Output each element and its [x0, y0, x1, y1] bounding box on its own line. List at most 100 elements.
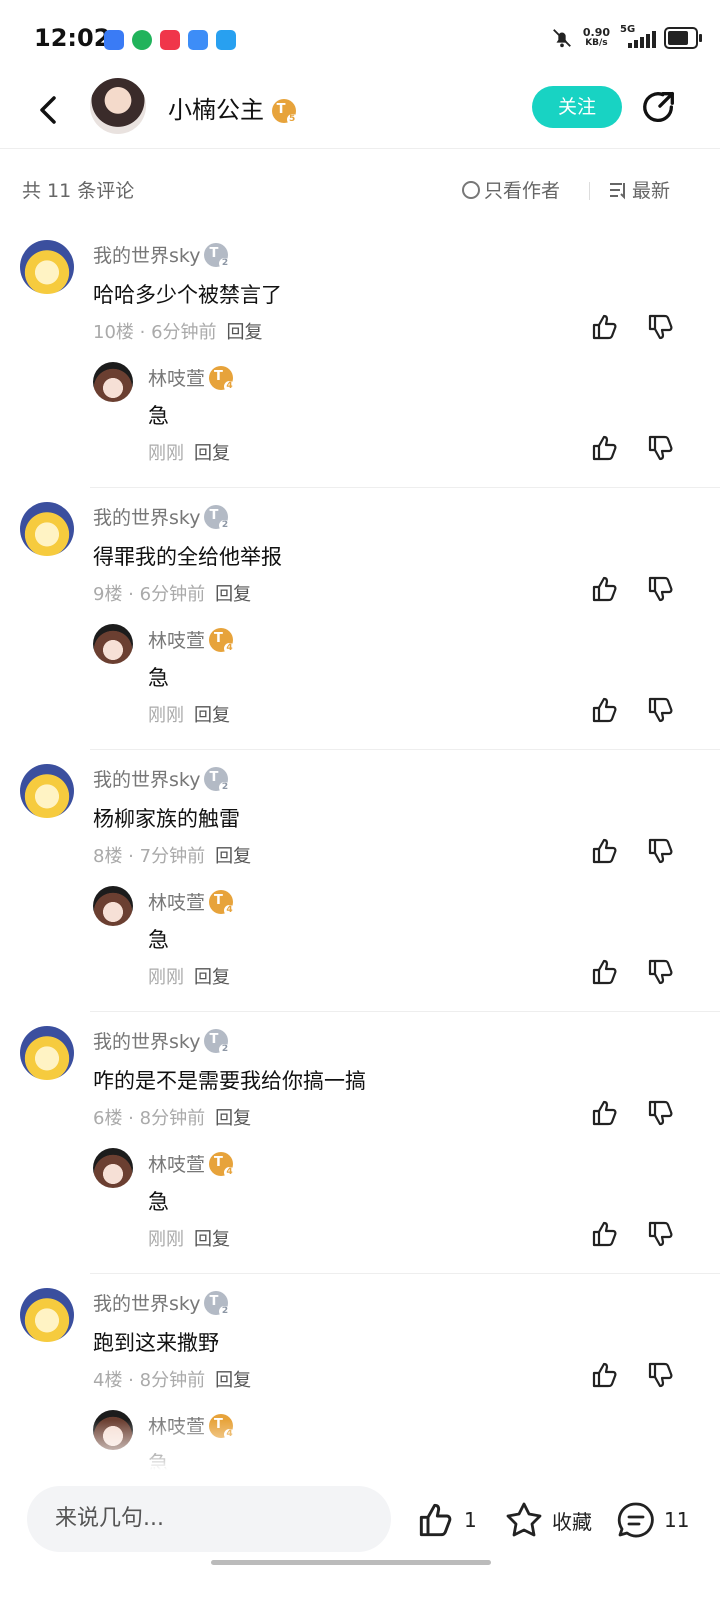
- reply-button[interactable]: 回复: [194, 705, 230, 726]
- thumbs-up-icon[interactable]: [590, 1098, 620, 1128]
- back-icon[interactable]: [30, 90, 70, 130]
- reply-button[interactable]: 回复: [194, 443, 230, 464]
- thumbs-down-icon[interactable]: [646, 312, 676, 342]
- thumbs-down-icon[interactable]: [646, 836, 676, 866]
- only-author-toggle[interactable]: 只看作者: [462, 176, 560, 203]
- thumbs-up-icon: [419, 1503, 452, 1537]
- comment-input[interactable]: 来说几句...: [27, 1486, 391, 1552]
- replier-name[interactable]: 林吱萱 T4: [148, 626, 236, 654]
- status-time: 12:02: [34, 24, 111, 52]
- commenter-name[interactable]: 我的世界sky T2: [93, 1027, 231, 1055]
- thumbs-down-icon[interactable]: [646, 1219, 676, 1249]
- thumbs-up-icon[interactable]: [590, 957, 620, 987]
- comment-text: 哈哈多少个被禁言了: [93, 283, 282, 307]
- comment-button[interactable]: 11: [616, 1500, 689, 1540]
- battery-fill: [668, 31, 688, 45]
- like-button[interactable]: 1: [416, 1500, 477, 1540]
- home-indicator: [211, 1560, 491, 1565]
- comment-item: 我的世界sky T2 杨柳家族的触雷 8楼 · 7分钟前 回复 林吱萱 T4 急 …: [0, 750, 720, 1012]
- battery-icon: [664, 27, 702, 49]
- reply-time: 刚刚: [148, 705, 184, 726]
- app-notification-icon: [132, 30, 152, 50]
- level-badge-icon: T4: [209, 627, 236, 654]
- comments-header: 共 11 条评论 只看作者 最新: [0, 150, 720, 226]
- reply-button[interactable]: 回复: [215, 1108, 251, 1129]
- commenter-avatar[interactable]: [20, 1026, 74, 1080]
- reply-time: 刚刚: [148, 967, 184, 988]
- share-icon[interactable]: [640, 88, 678, 126]
- comment-meta: 6楼 · 8分钟前 回复: [93, 1104, 251, 1130]
- level-badge-icon: T4: [209, 365, 236, 392]
- sort-toggle[interactable]: 最新: [608, 176, 670, 203]
- comment-meta: 10楼 · 6分钟前 回复: [93, 318, 263, 344]
- comment-icon: [617, 1502, 654, 1538]
- reply-meta: 刚刚 回复: [148, 439, 230, 465]
- commenter-avatar[interactable]: [20, 240, 74, 294]
- reply-button[interactable]: 回复: [194, 967, 230, 988]
- sort-icon: [610, 182, 625, 199]
- thumbs-up-icon[interactable]: [590, 1219, 620, 1249]
- comment-floor-time: 8楼 · 7分钟前: [93, 846, 206, 867]
- thumbs-down-icon[interactable]: [646, 695, 676, 725]
- reply-button[interactable]: 回复: [215, 1370, 251, 1391]
- thumbs-down-icon[interactable]: [646, 1098, 676, 1128]
- replier-name[interactable]: 林吱萱 T4: [148, 1150, 236, 1178]
- replier-name[interactable]: 林吱萱 T4: [148, 364, 236, 392]
- replier-avatar[interactable]: [93, 624, 133, 664]
- radio-icon: [462, 180, 480, 199]
- thumbs-down-icon[interactable]: [646, 957, 676, 987]
- thumbs-up-icon[interactable]: [590, 433, 620, 463]
- app-notification-icon: [104, 30, 124, 50]
- thumbs-up-icon[interactable]: [590, 312, 620, 342]
- replier-name[interactable]: 林吱萱 T4: [148, 888, 236, 916]
- reply-vote: [590, 695, 676, 725]
- thumbs-up-icon[interactable]: [590, 695, 620, 725]
- reply-button[interactable]: 回复: [227, 322, 263, 343]
- bell-off-icon: [552, 29, 571, 48]
- net-speed-value: 0.90: [582, 26, 610, 39]
- replier-avatar[interactable]: [93, 886, 133, 926]
- thumbs-down-icon[interactable]: [646, 433, 676, 463]
- follow-button[interactable]: 关注: [532, 86, 622, 128]
- comment-text: 杨柳家族的触雷: [93, 807, 240, 831]
- thumbs-up-icon[interactable]: [590, 574, 620, 604]
- favorite-button[interactable]: 收藏: [504, 1500, 592, 1540]
- reply-vote: [590, 433, 676, 463]
- comment-floor-time: 4楼 · 8分钟前: [93, 1370, 206, 1391]
- replier-avatar[interactable]: [93, 362, 133, 402]
- app-notification-icon: [188, 30, 208, 50]
- commenter-name[interactable]: 我的世界sky T2: [93, 1289, 231, 1317]
- commenter-avatar[interactable]: [20, 764, 74, 818]
- like-count: 1: [464, 1508, 477, 1532]
- replier-avatar[interactable]: [93, 1148, 133, 1188]
- commenter-avatar[interactable]: [20, 502, 74, 556]
- thumbs-up-icon[interactable]: [590, 1360, 620, 1390]
- comment-vote: [590, 574, 676, 604]
- app-notification-icon: [216, 30, 236, 50]
- status-app-icons: [104, 30, 236, 50]
- reply-button[interactable]: 回复: [194, 1229, 230, 1250]
- commenter-name[interactable]: 我的世界sky T2: [93, 241, 231, 269]
- reply-button[interactable]: 回复: [215, 584, 251, 605]
- thumbs-down-icon[interactable]: [646, 574, 676, 604]
- thumbs-down-icon[interactable]: [646, 1360, 676, 1390]
- comment-floor-time: 6楼 · 8分钟前: [93, 1108, 206, 1129]
- list-fade: [0, 1420, 720, 1470]
- reply-vote: [590, 957, 676, 987]
- author-name-text: 小楠公主: [168, 96, 264, 124]
- net-speed: 0.90 KB/s: [583, 27, 610, 49]
- app-notification-icon: [160, 30, 180, 50]
- reply-button[interactable]: 回复: [215, 846, 251, 867]
- favorite-label: 收藏: [552, 1509, 592, 1534]
- reply-time: 刚刚: [148, 443, 184, 464]
- author-avatar[interactable]: [90, 78, 146, 134]
- level-badge-icon: T4: [209, 1151, 236, 1178]
- comment-vote: [590, 1360, 676, 1390]
- thumbs-up-icon[interactable]: [590, 836, 620, 866]
- commenter-avatar[interactable]: [20, 1288, 74, 1342]
- author-name[interactable]: 小楠公主 T5: [168, 90, 298, 125]
- commenter-name[interactable]: 我的世界sky T2: [93, 503, 231, 531]
- commenter-name[interactable]: 我的世界sky T2: [93, 765, 231, 793]
- level-badge-icon: T5: [271, 99, 298, 125]
- bottom-bar: 来说几句... 1 收藏 11: [0, 1470, 720, 1605]
